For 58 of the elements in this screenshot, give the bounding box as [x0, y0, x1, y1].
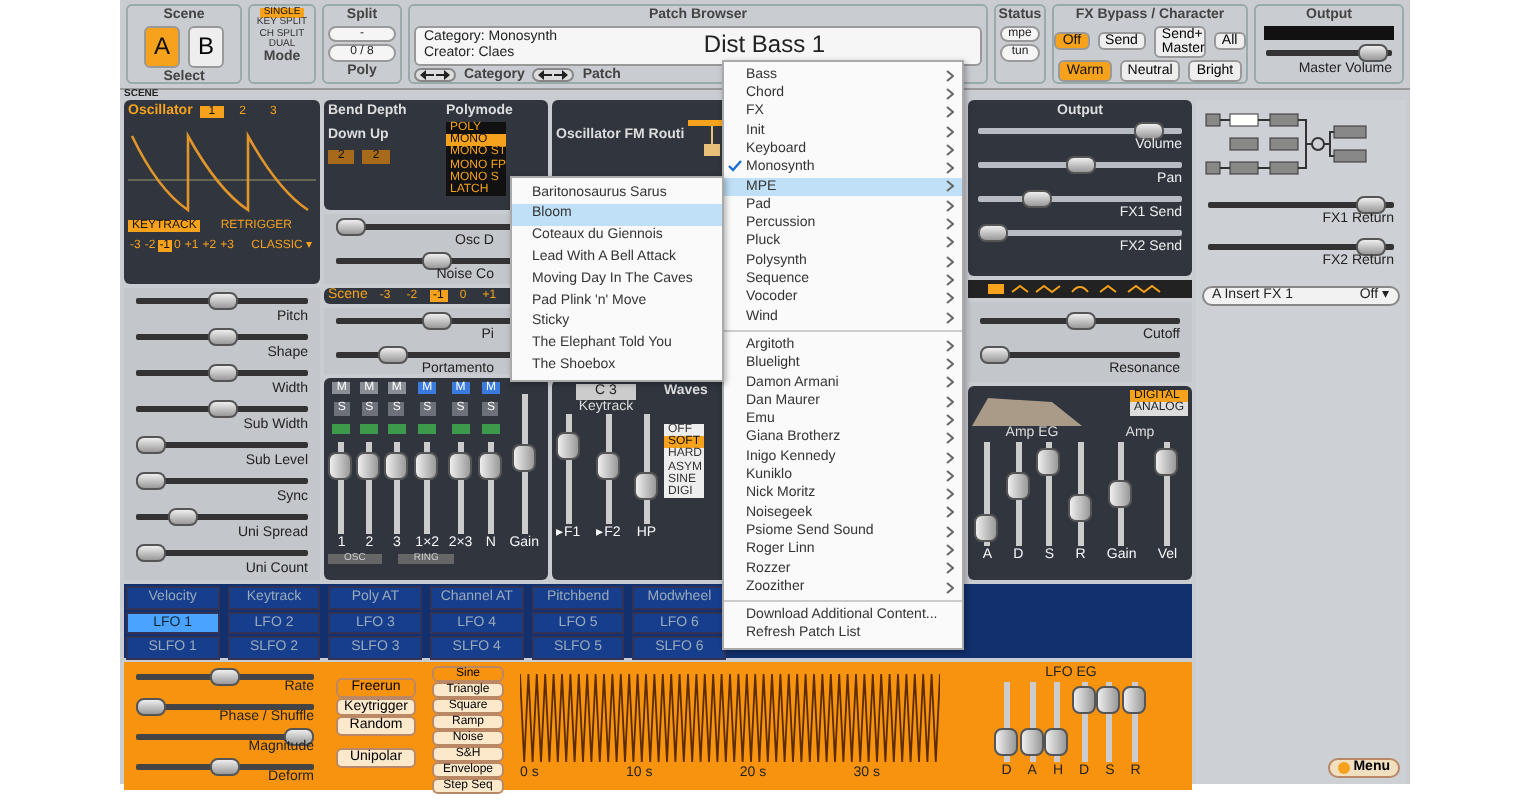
- slider-handle[interactable]: [421, 252, 451, 270]
- scene-button[interactable]: A: [143, 25, 180, 69]
- checkmark-icon: [728, 160, 742, 173]
- arrow-buttons[interactable]: [532, 68, 575, 83]
- slider-handle[interactable]: [210, 758, 240, 776]
- slider-handle[interactable]: [421, 311, 451, 330]
- slider-handle[interactable]: [1356, 196, 1387, 214]
- slider-handle[interactable]: [383, 451, 408, 480]
- slider-handle[interactable]: [207, 292, 237, 310]
- slider-handle[interactable]: [1154, 447, 1179, 476]
- arrow-buttons[interactable]: [414, 68, 456, 83]
- slider-handle[interactable]: [1071, 686, 1096, 715]
- slider-handle[interactable]: [136, 472, 166, 490]
- slider-handle[interactable]: [595, 451, 620, 480]
- slider-handle[interactable]: [974, 513, 999, 542]
- slider-handle[interactable]: [136, 698, 166, 716]
- slider-handle[interactable]: [328, 451, 353, 480]
- slider-handle[interactable]: [1067, 494, 1092, 523]
- slider-handle[interactable]: [1019, 728, 1044, 757]
- slider-handle[interactable]: [207, 328, 237, 346]
- slider-handle[interactable]: [207, 364, 237, 382]
- slider-handle[interactable]: [1065, 155, 1095, 174]
- slider-handle[interactable]: [555, 431, 580, 460]
- patch-name: Dist Bass 1: [701, 32, 828, 59]
- slider-handle[interactable]: [1005, 471, 1030, 500]
- slider-handle[interactable]: [414, 451, 439, 480]
- slider-handle[interactable]: [1122, 686, 1147, 715]
- slider-handle[interactable]: [1096, 686, 1121, 715]
- slider-handle[interactable]: [1044, 728, 1069, 757]
- slider-handle[interactable]: [633, 472, 658, 501]
- slider-handle[interactable]: [210, 668, 240, 686]
- slider-handle[interactable]: [447, 451, 472, 480]
- circle-icon: [1337, 762, 1350, 775]
- arrow-left-icon: [538, 70, 553, 81]
- arrow-right-icon: [436, 70, 450, 81]
- slider-handle[interactable]: [1357, 43, 1388, 62]
- slider-handle[interactable]: [378, 345, 409, 364]
- scene-button[interactable]: B: [188, 25, 225, 69]
- slider-handle[interactable]: [356, 451, 381, 480]
- level-meter: [1263, 25, 1395, 40]
- slider-handle[interactable]: [978, 223, 1008, 242]
- slider-handle[interactable]: [1356, 238, 1387, 256]
- slider-handle[interactable]: [993, 728, 1018, 757]
- slider-handle[interactable]: [1021, 189, 1052, 208]
- arrow-right-icon: [554, 70, 569, 81]
- slider-handle[interactable]: [336, 218, 366, 236]
- slider-handle[interactable]: [980, 346, 1010, 364]
- arrow-left-icon: [420, 70, 434, 81]
- slider-handle[interactable]: [167, 508, 198, 526]
- slider-handle[interactable]: [1065, 312, 1095, 330]
- slider-handle[interactable]: [1134, 121, 1165, 140]
- slider-handle[interactable]: [136, 544, 166, 562]
- slider-handle[interactable]: [136, 436, 166, 454]
- slider-handle[interactable]: [1036, 447, 1061, 476]
- slider-handle[interactable]: [207, 400, 237, 418]
- slider-handle[interactable]: [1108, 479, 1133, 508]
- slider-handle[interactable]: [511, 444, 536, 473]
- slider-handle[interactable]: [477, 451, 502, 480]
